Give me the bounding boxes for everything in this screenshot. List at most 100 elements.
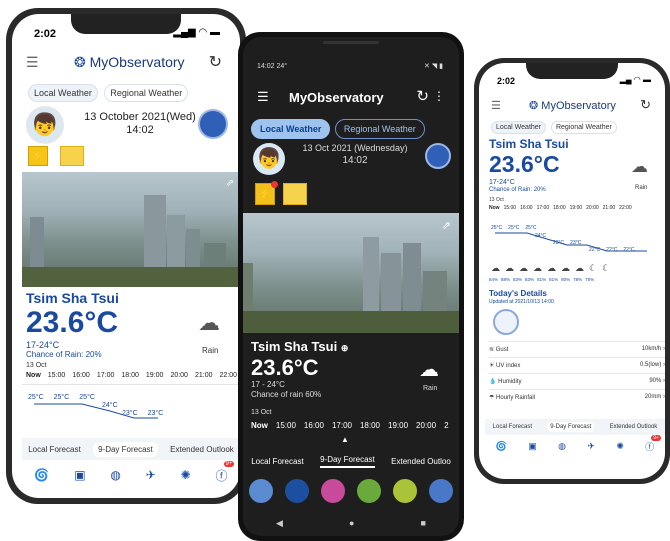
satellite-icon[interactable]: ✈ [587,441,595,452]
tab-regional-weather[interactable]: Regional Weather [104,84,189,102]
humidity-value: 84% [489,277,499,282]
rain-chance: Chance of Rain: 20% [26,350,102,359]
satellite-icon[interactable] [285,479,309,503]
tab-regional-weather[interactable]: Regional Weather [334,119,425,139]
tab-extended-outlook[interactable]: Extended Outlook [610,424,658,430]
chevron-right-icon: › [663,378,665,384]
hourly-row: Now 15:00 16:00 17:00 18:00 19:00 20:00 … [26,372,237,379]
wind-icon: ≋ [489,347,496,353]
humidity-value: 81% [537,277,547,282]
temp-range: 17-24°C [489,179,515,186]
status-time: 2:02 [497,76,516,86]
back-icon[interactable]: ◀ [276,518,283,529]
header: ❂ MyObservatory [529,99,616,112]
menu-icon[interactable]: ☰ [257,89,269,105]
hour: 16:00 [303,421,324,430]
home-icon[interactable]: ● [349,518,354,528]
detail-label: Humidity [498,379,522,385]
hour: 20:00 [586,205,599,211]
bottom-nav: 🌀 ▣ ◍ ✈ ✺ ⓕ 9+ [22,460,240,486]
thunderstorm-warning-icon[interactable]: ⚡ [28,146,48,166]
drag-handle-icon[interactable]: ▲ [341,435,349,444]
tab-local-forecast[interactable]: Local Forecast [28,445,80,454]
status-temp: 24° [276,63,288,70]
tab-9-day-forecast[interactable]: 9-Day Forecast [547,422,595,432]
globe-icon[interactable]: ◍ [110,468,120,482]
hour: 22:00 [219,372,238,379]
rain-cloud-icon: ☁ [198,310,220,335]
typhoon-icon[interactable]: 🌀 [496,441,507,452]
hour: 18:00 [359,421,381,430]
tab-extended-outlook[interactable]: Extended Outlook [170,445,234,454]
refresh-icon[interactable]: ↻ [640,97,651,113]
detail-label: UV index [496,363,521,369]
globe-icon[interactable] [249,479,273,503]
phone-center: 14:02 24° ✕ ◥ ▮ ☰ MyObservatory ↻ ⋮ Loca… [238,32,464,541]
logo-icon: ❂ [529,100,539,112]
hour: 21:00 [602,205,616,211]
humidity-value: 78% [573,277,583,282]
alert-dot [271,181,278,188]
compass-icon [493,309,519,335]
typhoon-icon[interactable] [357,479,381,503]
sun-icon[interactable]: ✺ [616,441,624,452]
recents-icon[interactable]: ■ [421,518,426,528]
tab-regional-weather[interactable]: Regional Weather [550,121,617,134]
rain-icon[interactable] [429,479,453,503]
notification-badge: 9+ [651,434,661,441]
tab-extended-outlook[interactable]: Extended Outloo [391,457,451,466]
menu-icon[interactable]: ☰ [491,99,501,112]
sunny-warning-icon[interactable] [60,146,84,166]
hour: 15:00 [275,421,296,430]
humidity-value: 83% [525,277,535,282]
detail-row[interactable]: ≋ Gust 10km/h › [489,341,665,357]
share-icon[interactable]: ⇗ [442,219,451,232]
satellite-icon[interactable]: ✈ [146,468,156,482]
observatory-badge-icon[interactable] [425,143,451,169]
humidity-row: 84% 88% 83% 83% 81% 81% 80% 78% 75% [489,277,594,282]
observatory-badge-icon[interactable] [198,109,228,139]
sunny-warning-icon[interactable] [283,183,307,205]
photo-icon[interactable]: ▣ [74,468,85,482]
sun-icon[interactable]: ✺ [181,468,191,482]
tab-local-weather[interactable]: Local Weather [491,121,547,134]
weather-label: Rain [635,185,648,191]
detail-row[interactable]: ☂ Hourly Rainfall 20mm › [489,389,665,405]
typhoon-icon[interactable]: 🌀 [34,468,49,482]
tab-local-weather[interactable]: Local Weather [28,84,98,102]
refresh-icon[interactable]: ↻ [416,87,429,105]
photo-icon[interactable]: ▣ [528,441,537,452]
hour-now: Now [251,421,268,430]
detail-value: 10km/h [641,346,662,352]
share-icon[interactable]: ⇗ [226,178,234,189]
tab-9-day-forecast[interactable]: 9-Day Forecast [93,441,158,457]
tab-local-forecast[interactable]: Local Forecast [251,457,303,466]
refresh-icon[interactable]: ↻ [209,52,222,72]
hour: 15:00 [503,205,517,211]
tab-9-day-forecast[interactable]: 9-Day Forecast [320,455,375,468]
detail-row[interactable]: ☀ UV index 0.5(low) › [489,357,665,373]
globe-icon[interactable]: ◍ [558,441,566,452]
weather-photo: ⇗ [243,213,459,333]
screen-left: 2:02 ▂▄▆ ◠ ▬ ☰ ❂ MyObservatory ↻ Local W… [12,14,240,498]
tab-local-forecast[interactable]: Local Forecast [493,424,532,430]
logo-icon: ❂ [74,54,86,70]
sun-icon[interactable] [393,479,417,503]
details-title: Today's Details [489,289,547,298]
screen-center: 14:02 24° ✕ ◥ ▮ ☰ MyObservatory ↻ ⋮ Loca… [243,37,459,536]
status-clock: 14:02 [257,63,275,70]
notch [71,14,181,34]
rain-cloud-icon: ☁ [631,157,648,176]
hour: 17:00 [536,205,550,211]
photo-icon[interactable] [321,479,345,503]
temperature: 23.6°C [251,355,319,380]
hour: 16:00 [72,372,90,379]
more-options-icon[interactable]: ⋮ [433,89,445,103]
facebook-icon[interactable]: ⓕ 9+ [216,460,235,484]
menu-icon[interactable]: ☰ [26,54,39,71]
app-title: MyObservatory [541,100,616,112]
detail-row[interactable]: 💧 Humidity 90% › [489,373,665,389]
tab-local-weather[interactable]: Local Weather [251,119,331,139]
temperature-line [495,232,647,252]
facebook-icon[interactable]: ⓕ 9+ [645,434,661,453]
